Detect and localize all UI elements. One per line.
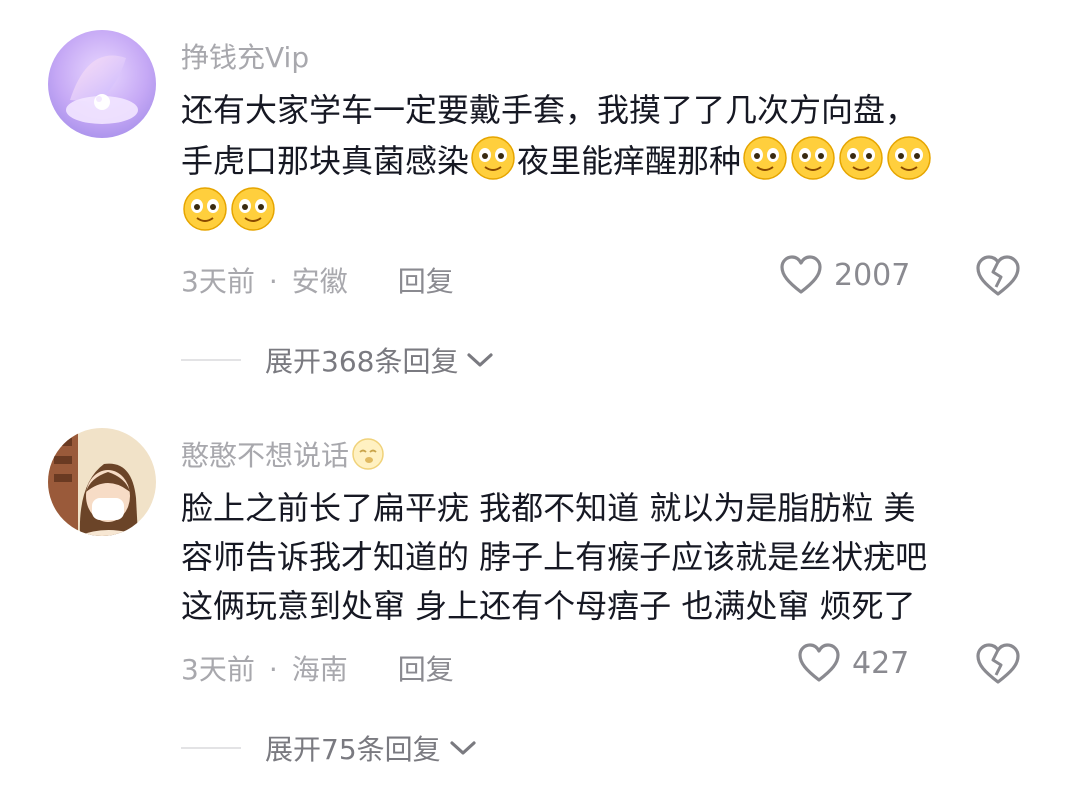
username-text: 憨憨不想说话 [181,439,350,472]
sleepy-emoji [352,438,384,470]
expand-replies-button[interactable]: 展开75条回复 [181,728,477,768]
divider-line [181,747,241,749]
like-button[interactable]: 427 [796,640,909,686]
comment-item: 憨憨不想说话 脸上之前长了扁平疣 我都不知道 就以为是脂肪粒 美 容师告诉我才知… [0,0,1080,801]
chevron-down-icon [450,741,476,755]
comment-text: 脸上之前长了扁平疣 我都不知道 就以为是脂肪粒 美 容师告诉我才知道的 脖子上有… [181,484,1041,631]
reply-button[interactable]: 回复 [398,653,454,686]
username[interactable]: 憨憨不想说话 [181,434,385,474]
comment-time: 3天前 [181,653,255,686]
expand-replies-label: 展开75条回复 [265,733,441,766]
meta-separator: · [268,653,278,686]
comment-meta: 3天前 · 海南 回复 [181,648,454,688]
broken-heart-icon [976,643,1020,684]
comment-text-line: 脸上之前长了扁平疣 我都不知道 就以为是脂肪粒 美 [181,489,916,527]
comment-location: 海南 [291,653,348,686]
like-count: 427 [852,645,910,681]
comment-text-line: 容师告诉我才知道的 脖子上有瘊子应该就是丝状疣吧 [181,538,928,576]
comment-text-line: 这俩玩意到处窜 身上还有个母痦子 也满处窜 烦死了 [181,587,916,625]
avatar[interactable] [48,428,156,536]
heart-outline-icon [798,643,840,682]
girl-mask-avatar [48,428,156,536]
dislike-button[interactable] [974,640,1022,688]
